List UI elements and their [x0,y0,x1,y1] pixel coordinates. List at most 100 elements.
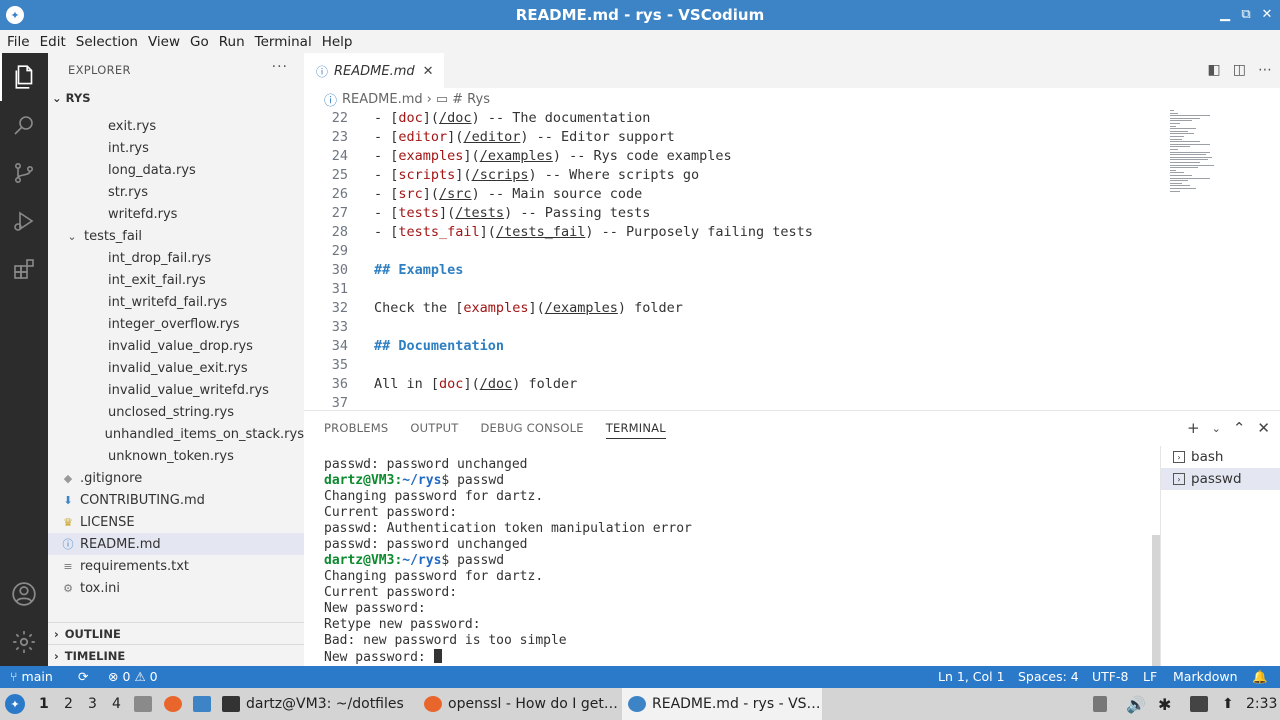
file-item[interactable]: unknown_token.rys [48,445,304,467]
terminal-output[interactable]: passwd: password unchanged dartz@VM3:~/ry… [324,457,1154,667]
terminal-list: › bash › passwd [1160,446,1280,667]
close-tab-icon[interactable]: ✕ [423,64,434,79]
file-item[interactable]: exit.rys [48,115,304,137]
tab-readme[interactable]: ⓘ README.md ✕ [304,53,444,88]
file-item[interactable]: int.rys [48,137,304,159]
explorer-icon[interactable] [0,53,48,101]
timeline-section[interactable]: › TIMELINE [48,644,304,666]
file-item[interactable]: ≡ requirements.txt [48,555,304,577]
clock[interactable]: 2:33 [1246,696,1277,712]
status-problems[interactable]: ⊗ 0 ⚠ 0 [108,669,158,684]
sync-icon[interactable]: ⟳ [78,669,88,684]
clipboard-icon[interactable] [1093,688,1113,720]
close-icon[interactable]: ✕ [1258,5,1276,23]
workspace-4[interactable]: 4 [112,696,121,712]
menu-view[interactable]: View [143,34,185,50]
file-item[interactable]: unclosed_string.rys [48,401,304,423]
maximize-panel-icon[interactable]: ⌃ [1233,419,1246,437]
more-actions-icon[interactable]: ⋯ [1258,62,1272,78]
new-terminal-icon[interactable]: + [1187,419,1200,437]
code-token: /examples [544,299,618,316]
file-item[interactable]: invalid_value_drop.rys [48,335,304,357]
minimize-icon[interactable]: ▁ [1216,5,1234,23]
status-position[interactable]: Ln 1, Col 1 [938,669,1005,684]
code-punct: ]( [447,128,464,145]
outline-section[interactable]: › OUTLINE [48,622,304,644]
menu-help[interactable]: Help [317,34,358,50]
tree-item-label: tox.ini [80,580,120,596]
terminal-scrollbar[interactable] [1152,535,1160,667]
menu-go[interactable]: Go [185,34,214,50]
workspace-3[interactable]: 3 [88,696,97,712]
file-item[interactable]: integer_overflow.rys [48,313,304,335]
taskbar-window-vscodium[interactable]: README.md - rys - VS… [622,688,822,720]
firefox-icon[interactable] [164,688,188,720]
status-remote[interactable]: ⑂ main [10,669,53,684]
menu-file[interactable]: File [2,34,35,50]
start-menu-icon[interactable]: ✦ [4,688,26,720]
minimap-line [1170,182,1182,184]
file-item[interactable]: ⬇ CONTRIBUTING.md [48,489,304,511]
network-icon[interactable] [1190,688,1214,720]
tab-terminal[interactable]: TERMINAL [605,421,666,439]
file-item[interactable]: int_writefd_fail.rys [48,291,304,313]
close-panel-icon[interactable]: ✕ [1257,419,1270,437]
file-item[interactable]: unhandled_items_on_stack.rys [48,423,304,445]
menu-run[interactable]: Run [214,34,250,50]
run-debug-icon[interactable] [0,197,48,245]
menu-selection[interactable]: Selection [71,34,143,50]
prompt-user: dartz@VM3 [324,553,395,568]
file-item[interactable]: ♛ LICENSE [48,511,304,533]
line-number: 29 [331,242,348,259]
tab-debug-console[interactable]: DEBUG CONSOLE [480,421,583,439]
status-spaces[interactable]: Spaces: 4 [1018,669,1079,684]
more-actions-icon[interactable]: ··· [272,59,288,75]
file-item[interactable]: ⚙ tox.ini [48,577,304,599]
menu-terminal[interactable]: Terminal [250,34,317,50]
file-item[interactable]: ◆ .gitignore [48,467,304,489]
search-icon[interactable] [0,101,48,149]
workspace-root[interactable]: ⌄ RYS [52,91,90,105]
breadcrumb-file[interactable]: README.md [342,92,423,107]
show-desktop-icon[interactable] [134,688,158,720]
workspace-1[interactable]: 1 [39,696,49,712]
account-icon[interactable] [0,570,48,618]
status-encoding[interactable]: UTF-8 [1092,669,1128,684]
file-item[interactable]: writefd.rys [48,203,304,225]
volume-icon[interactable]: 🔊 [1126,688,1146,720]
tab-problems[interactable]: PROBLEMS [324,421,388,439]
breadcrumb-symbol[interactable]: # Rys [452,92,490,107]
file-item[interactable]: int_drop_fail.rys [48,247,304,269]
file-item[interactable]: long_data.rys [48,159,304,181]
terminal-item-bash[interactable]: › bash [1161,446,1280,468]
open-preview-icon[interactable]: ◧ [1208,62,1221,78]
taskbar-window-terminal[interactable]: dartz@VM3: ~/dotfiles [222,688,417,720]
status-bar: ⑂ main ⟳ ⊗ 0 ⚠ 0 Ln 1, Col 1 Spaces: 4 U… [0,666,1280,688]
status-eol[interactable]: LF [1143,669,1157,684]
restore-icon[interactable]: ⧉ [1237,5,1255,23]
file-item[interactable]: int_exit_fail.rys [48,269,304,291]
source-control-icon[interactable] [0,149,48,197]
extensions-icon[interactable] [0,245,48,293]
file-item[interactable]: invalid_value_exit.rys [48,357,304,379]
chevron-down-icon[interactable]: ⌄ [1212,422,1221,435]
bluetooth-icon[interactable]: ✱ [1158,688,1171,720]
tab-output[interactable]: OUTPUT [410,421,458,439]
minimap[interactable] [1170,110,1266,200]
editor-scrollbar[interactable] [1266,110,1280,410]
taskbar-window-firefox[interactable]: openssl - How do I get… [424,688,619,720]
file-item[interactable]: str.rys [48,181,304,203]
status-language[interactable]: Markdown [1173,669,1238,684]
update-icon[interactable]: ⬆ [1222,688,1234,720]
code-editor[interactable]: 22- [doc](/doc) -- The documentation 23- … [304,110,1280,410]
workspace-2[interactable]: 2 [64,696,73,712]
terminal-item-passwd[interactable]: › passwd [1161,468,1280,490]
file-item[interactable]: ⓘ README.md [48,533,304,555]
folder-item[interactable]: ⌄ tests_fail [48,225,304,247]
split-editor-icon[interactable]: ◫ [1233,62,1246,78]
settings-gear-icon[interactable] [0,618,48,666]
file-item[interactable]: invalid_value_writefd.rys [48,379,304,401]
file-manager-icon[interactable] [193,688,217,720]
notifications-icon[interactable]: 🔔 [1252,669,1268,685]
menu-edit[interactable]: Edit [35,34,71,50]
